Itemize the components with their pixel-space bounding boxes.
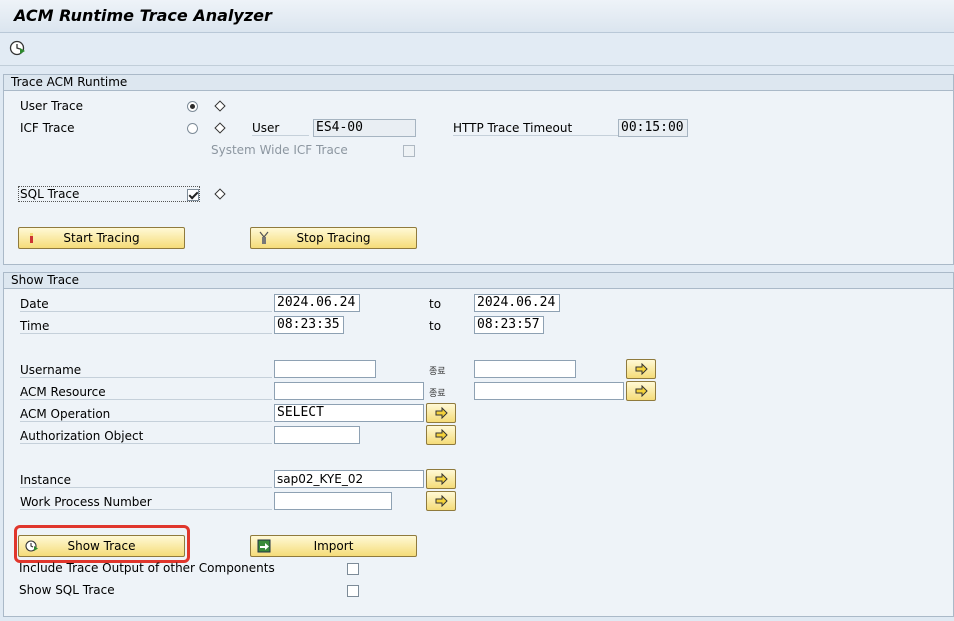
trace-runtime-header: Trace ACM Runtime: [4, 75, 953, 91]
authorization-object-multiple-selection-button[interactable]: [426, 425, 456, 445]
icf-trace-label: ICF Trace: [20, 121, 75, 135]
show-sql-trace-checkbox[interactable]: [347, 585, 359, 597]
acm-resource-multiple-selection-button[interactable]: [626, 381, 656, 401]
time-to-label: to: [429, 319, 442, 333]
show-trace-header: Show Trace: [4, 273, 953, 289]
sql-trace-checkbox[interactable]: [187, 189, 199, 201]
start-tracing-button[interactable]: Start Tracing: [18, 227, 185, 249]
username-to-field[interactable]: [474, 360, 576, 378]
show-sql-trace-label: Show SQL Trace: [19, 583, 115, 597]
date-to-field[interactable]: 2024.06.24: [474, 294, 560, 312]
acm-resource-from-field[interactable]: [274, 382, 424, 400]
authorization-object-field[interactable]: [274, 426, 360, 444]
page-title: ACM Runtime Trace Analyzer: [14, 6, 272, 25]
user-field[interactable]: ES4-00: [313, 119, 416, 137]
username-label: Username: [20, 363, 272, 378]
acm-operation-label: ACM Operation: [20, 407, 272, 422]
include-trace-output-label: Include Trace Output of other Components: [19, 561, 275, 575]
title-bar: ACM Runtime Trace Analyzer: [0, 0, 954, 33]
import-button[interactable]: Import: [250, 535, 417, 557]
sql-trace-label: SQL Trace: [20, 187, 80, 201]
work-process-number-field[interactable]: [274, 492, 392, 510]
username-to-label: 종료: [429, 367, 446, 377]
icf-trace-radio[interactable]: [187, 123, 198, 134]
time-to-field[interactable]: 08:23:57: [474, 316, 544, 334]
execute-clock-icon[interactable]: [9, 39, 27, 57]
http-timeout-label: HTTP Trace Timeout: [453, 121, 618, 136]
instance-multiple-selection-button[interactable]: [426, 469, 456, 489]
date-to-label: to: [429, 297, 442, 311]
date-from-field[interactable]: 2024.06.24: [274, 294, 360, 312]
user-label: User: [252, 121, 309, 136]
acm-resource-to-field[interactable]: [474, 382, 624, 400]
user-trace-radio[interactable]: [187, 101, 198, 112]
show-trace-highlight: [14, 525, 190, 563]
stop-tracing-button[interactable]: Stop Tracing: [250, 227, 417, 249]
work-process-number-multiple-selection-button[interactable]: [426, 491, 456, 511]
http-timeout-field[interactable]: 00:15:00: [618, 119, 688, 137]
acm-operation-multiple-selection-button[interactable]: [426, 403, 456, 423]
username-multiple-selection-button[interactable]: [626, 359, 656, 379]
include-trace-output-checkbox[interactable]: [347, 563, 359, 575]
authorization-object-label: Authorization Object: [20, 429, 272, 444]
system-wide-icf-label: System Wide ICF Trace: [211, 143, 348, 157]
acm-resource-to-label: 종료: [429, 389, 446, 399]
instance-field[interactable]: sap02_KYE_02: [274, 470, 424, 488]
date-label: Date: [20, 297, 272, 312]
username-from-field[interactable]: [274, 360, 376, 378]
work-process-number-label: Work Process Number: [20, 495, 272, 510]
acm-operation-field[interactable]: SELECT: [274, 404, 424, 422]
acm-resource-label: ACM Resource: [20, 385, 272, 400]
application-toolbar: [0, 33, 954, 66]
user-trace-label: User Trace: [20, 99, 83, 113]
instance-label: Instance: [20, 473, 272, 488]
time-from-field[interactable]: 08:23:35: [274, 316, 344, 334]
system-wide-icf-checkbox[interactable]: [403, 145, 415, 157]
time-label: Time: [20, 319, 272, 334]
